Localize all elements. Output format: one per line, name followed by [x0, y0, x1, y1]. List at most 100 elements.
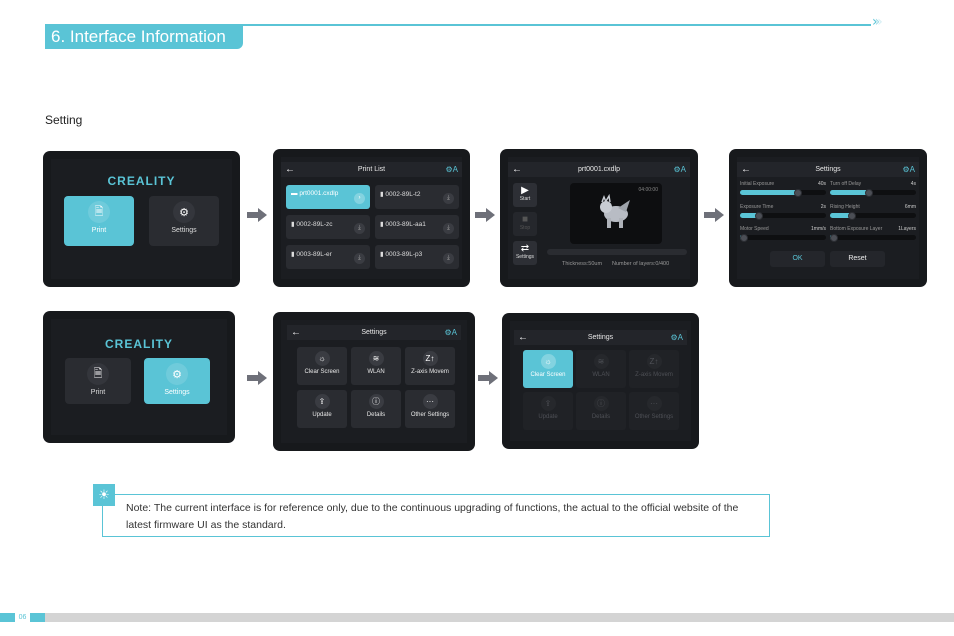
file-icon: 🗎 — [87, 363, 109, 385]
back-arrow-icon[interactable]: ← — [512, 162, 522, 177]
screen-title: prt0001.cxdlp — [577, 166, 621, 173]
tile-label: Clear Screen — [530, 372, 566, 378]
tile-label: Z-axis Movem — [635, 372, 673, 378]
home-print-label: Print — [90, 389, 106, 396]
usb-icon: ▮ — [380, 221, 384, 228]
gear-icon: ⚙ — [173, 201, 195, 223]
open-chevron-icon[interactable]: › — [354, 193, 365, 204]
slider-handle[interactable] — [830, 233, 839, 242]
home-print-button[interactable]: 🗎 Print — [65, 358, 131, 404]
settings-tile-clear-screen[interactable]: ☼ Clear Screen — [523, 350, 573, 388]
print-settings-button[interactable]: ⇄ Settings — [513, 241, 537, 265]
footer-bar — [0, 613, 954, 622]
wifi-icon: ≋ — [593, 354, 609, 369]
settings-tile-details[interactable]: ⓘ Details — [576, 392, 626, 430]
tile-label: Other Settings — [634, 414, 674, 420]
model-image — [600, 194, 630, 228]
file-item[interactable]: ▮ 0003-89L-er ⤓ — [286, 245, 370, 269]
home-settings-button[interactable]: ⚙ Settings — [149, 196, 219, 246]
model-preview: 04:00:00 — [570, 183, 662, 244]
back-arrow-icon[interactable]: ← — [285, 162, 295, 177]
settings-tile-z-axis-movem[interactable]: Z↑ Z-axis Movem — [405, 347, 455, 385]
slider-label: Rising Height — [830, 204, 860, 210]
ok-button[interactable]: OK — [770, 251, 825, 267]
slider-label: Turn off Delay — [830, 181, 862, 187]
screen-home-settings: CREALITY 🗎 Print ⚙ Settings — [43, 311, 235, 443]
slider-handle[interactable] — [847, 211, 856, 220]
download-icon[interactable]: ⤓ — [443, 253, 454, 264]
back-arrow-icon[interactable]: ← — [741, 162, 751, 177]
top-bar: ← Settings ⚙A — [737, 162, 919, 177]
creality-logo: CREALITY — [107, 174, 176, 188]
footer-accent — [30, 613, 45, 622]
settings-tile-update[interactable]: ⇪ Update — [297, 390, 347, 428]
screen-title: Settings — [815, 166, 841, 173]
slider-track[interactable] — [740, 188, 826, 197]
home-print-button[interactable]: 🗎 Print — [64, 196, 134, 246]
settings-tile-update[interactable]: ⇪ Update — [523, 392, 573, 430]
slider-track[interactable] — [830, 211, 916, 220]
slider-handle[interactable] — [740, 233, 749, 242]
settings-tile-clear-screen[interactable]: ☼ Clear Screen — [297, 347, 347, 385]
stop-label: Stop — [519, 225, 531, 231]
settings-tile-details[interactable]: ⓘ Details — [351, 390, 401, 428]
swap-icon: ⇄ — [520, 243, 530, 254]
play-icon: ▶ — [521, 185, 529, 196]
slider-track[interactable] — [740, 211, 826, 220]
brightness-icon: ☼ — [540, 354, 556, 369]
info-icon: ⓘ — [593, 396, 609, 411]
tile-label: Z-axis Movem — [411, 369, 449, 375]
back-arrow-icon[interactable]: ← — [518, 330, 528, 345]
tile-label: WLAN — [367, 369, 385, 375]
settings-tile-other-settings[interactable]: ··· Other Settings — [405, 390, 455, 428]
top-bar: ← Settings ⚙A — [514, 330, 687, 345]
file-item[interactable]: ▮ 0002-89L-t2 ⤓ — [375, 185, 459, 209]
file-item[interactable]: ▮ 0003-89L-p3 ⤓ — [375, 245, 459, 269]
screen-settings-selected: ← Settings ⚙A ☼ Clear Screen ≋ WLAN Z↑ Z-axis… — [502, 313, 699, 449]
slider-value: 40s — [817, 181, 826, 187]
language-icon[interactable]: ⚙A — [444, 325, 457, 340]
settings-tile-wlan[interactable]: ≋ WLAN — [351, 347, 401, 385]
slider-track[interactable] — [830, 233, 916, 242]
slider-handle[interactable] — [794, 188, 803, 197]
screen-settings-menu: ← Settings ⚙A ☼ Clear Screen ≋ WLAN Z↑ Z-axis… — [273, 312, 475, 451]
home-settings-button[interactable]: ⚙ Settings — [144, 358, 210, 404]
usb-icon: ▮ — [380, 251, 384, 258]
screen-home-print: CREALITY 🗎 Print ⚙ Settings — [43, 151, 240, 287]
file-item[interactable]: ▬ prt0001.cxdlp › — [286, 185, 370, 209]
reset-button[interactable]: Reset — [830, 251, 885, 267]
header-chevrons-icon: ››› — [872, 14, 882, 30]
language-icon[interactable]: ⚙A — [902, 162, 915, 177]
folder-icon: ▬ — [291, 190, 298, 197]
section-title: 6. Interface Information — [45, 24, 243, 49]
download-icon[interactable]: ⤓ — [354, 223, 365, 234]
slider-track[interactable] — [740, 233, 826, 242]
download-icon[interactable]: ⤓ — [443, 193, 454, 204]
slider-handle[interactable] — [754, 211, 763, 220]
file-item[interactable]: ▮ 0003-89L-aa1 ⤓ — [375, 215, 459, 239]
settings-tile-z-axis-movem[interactable]: Z↑ Z-axis Movem — [629, 350, 679, 388]
language-icon[interactable]: ⚙A — [673, 162, 686, 177]
stop-icon: ■ — [521, 214, 529, 225]
language-icon[interactable]: ⚙A — [670, 330, 683, 345]
download-icon[interactable]: ⤓ — [443, 223, 454, 234]
settings-tile-wlan[interactable]: ≋ WLAN — [576, 350, 626, 388]
more-icon: ··· — [646, 396, 662, 411]
update-icon: ⇪ — [314, 394, 330, 409]
slider-handle[interactable] — [864, 188, 873, 197]
settings-tile-other-settings[interactable]: ··· Other Settings — [629, 392, 679, 430]
top-bar: ← Settings ⚙A — [287, 325, 461, 340]
file-item[interactable]: ▮ 0002-89L-zc ⤓ — [286, 215, 370, 239]
slider-fill — [740, 190, 799, 195]
screen-print-detail: ← prt0001.cxdlp ⚙A ▶ Start ■ Stop ⇄ Sett… — [500, 149, 698, 287]
file-name: 0002-89L-zc — [296, 221, 333, 228]
start-button[interactable]: ▶ Start — [513, 183, 537, 207]
home-settings-label: Settings — [164, 389, 190, 396]
back-arrow-icon[interactable]: ← — [291, 325, 301, 340]
slider-track[interactable] — [830, 188, 916, 197]
download-icon[interactable]: ⤓ — [354, 253, 365, 264]
language-icon[interactable]: ⚙A — [445, 162, 458, 177]
file-name: 0002-89L-t2 — [385, 191, 421, 198]
stop-button[interactable]: ■ Stop — [513, 212, 537, 236]
settings-label: Settings — [515, 254, 535, 260]
